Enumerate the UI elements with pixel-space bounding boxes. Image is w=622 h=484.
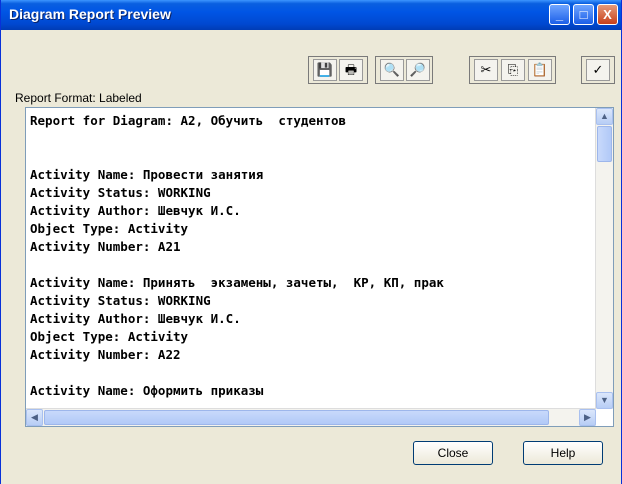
toolbar-edit-group: ✂ ⎘ 📋 [469,56,556,84]
report-preview-window: Diagram Report Preview _ □ X 💾 🖶 🔍 🔎 ✂ ⎘… [0,0,622,484]
toolbar-file-group: 💾 🖶 [308,56,368,84]
find-replace-icon[interactable]: 🔎 [406,59,430,81]
toolbar-find-group: 🔍 🔎 [375,56,433,84]
report-line: Object Type: Activity [30,329,189,344]
report-line [30,130,590,148]
print-icon[interactable]: 🖶 [339,59,363,81]
report-format-label: Report Format: Labeled [15,91,142,105]
window-title: Diagram Report Preview [9,6,171,22]
report-line: Activity Number: A21 [30,239,181,254]
scroll-right-icon[interactable]: ▶ [579,409,596,426]
help-button[interactable]: Help [523,441,603,465]
report-line [30,148,590,166]
report-line: Activity Name: Принять экзамены, зачеты,… [30,275,444,290]
vertical-scrollbar[interactable]: ▲ ▼ [595,108,613,409]
scroll-left-icon[interactable]: ◀ [26,409,43,426]
report-line: Object Type: Activity [30,221,189,236]
report-text-area[interactable]: Report for Diagram: A2, Обучить студенто… [25,107,614,427]
vertical-scroll-thumb[interactable] [597,126,612,162]
report-line: Activity Name: Оформить приказы [30,383,264,398]
horizontal-scroll-thumb[interactable] [44,410,549,425]
minimize-button[interactable]: _ [549,4,570,25]
report-line: Activity Status: WORKING [30,293,211,308]
report-line: Activity Status: WORKING [30,185,211,200]
title-bar[interactable]: Diagram Report Preview _ □ X [1,0,621,30]
report-line: Activity Name: Провести занятия [30,167,264,182]
horizontal-scrollbar[interactable]: ◀ ▶ [26,408,596,426]
report-content[interactable]: Report for Diagram: A2, Обучить студенто… [30,112,590,403]
copy-icon[interactable]: ⎘ [501,59,525,81]
toolbar-spell-group: ✓ [581,56,615,84]
maximize-button[interactable]: □ [573,4,594,25]
close-button[interactable]: Close [413,441,493,465]
close-window-button[interactable]: X [597,4,618,25]
report-line [30,256,590,274]
paste-icon[interactable]: 📋 [528,59,552,81]
report-line: Activity Author: Шевчук И.С. [30,203,241,218]
report-line: Activity Author: Шевчук И.С. [30,311,241,326]
cut-icon[interactable]: ✂ [474,59,498,81]
scroll-down-icon[interactable]: ▼ [596,392,613,409]
report-line [30,364,590,382]
find-icon[interactable]: 🔍 [380,59,404,81]
report-line: Report for Diagram: A2, Обучить студенто… [30,113,347,128]
scroll-up-icon[interactable]: ▲ [596,108,613,125]
spellcheck-icon[interactable]: ✓ [586,59,610,81]
report-line: Activity Number: A22 [30,347,181,362]
save-icon[interactable]: 💾 [313,59,337,81]
